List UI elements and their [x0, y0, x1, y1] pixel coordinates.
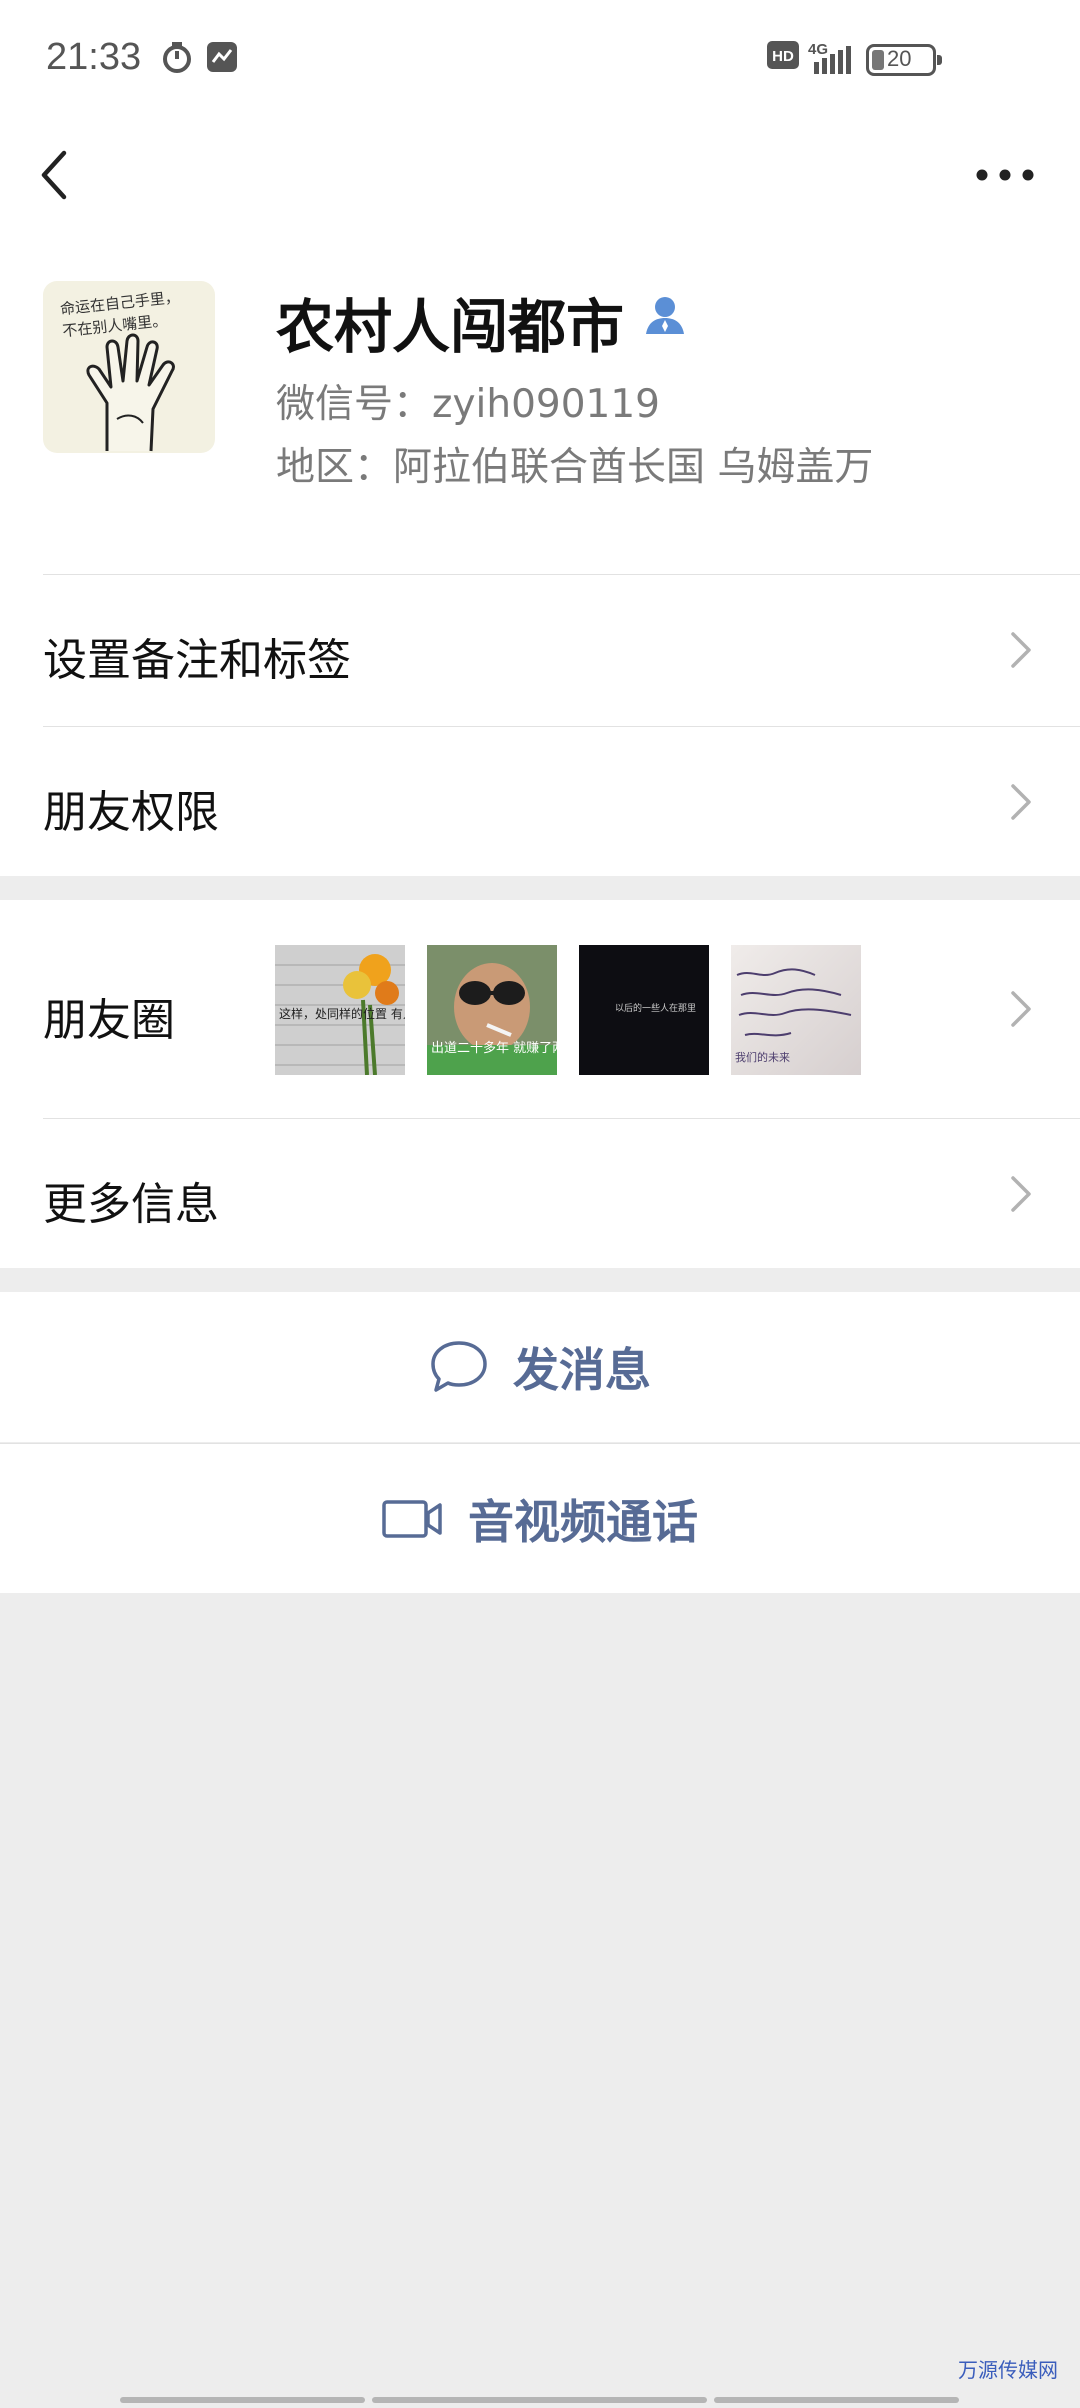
battery-fill	[872, 50, 884, 70]
thumb-caption: 这样，处同样的位置 有人笑，有人说	[279, 1007, 405, 1021]
moments-thumbnail: 以后的一些人在那里	[579, 945, 709, 1075]
svg-text:4G: 4G	[808, 41, 828, 58]
nickname: 农村人闯都市	[276, 293, 625, 361]
video-call-content: 音视频通话	[0, 1444, 1080, 1593]
status-time: 21:33	[46, 36, 142, 78]
app-notification-icon	[207, 42, 237, 72]
chevron-left-icon	[41, 150, 67, 200]
region: 地区：阿拉伯联合酋长国 乌姆盖万	[276, 445, 874, 490]
chevron-right-icon	[1011, 1176, 1031, 1212]
timer-icon	[163, 42, 191, 73]
profile-card: 命运在自己手里， 不在别人嘴里。 农村人闯都市 微信号：zyih090119 地…	[0, 230, 1080, 574]
chevron-right-icon	[1011, 784, 1031, 820]
more-info-row[interactable]: 更多信息	[0, 1118, 1080, 1268]
moments-label: 朋友圈	[43, 995, 175, 1046]
more-info-label: 更多信息	[43, 1179, 219, 1230]
remark-tags-label: 设置备注和标签	[43, 635, 351, 686]
battery-level: 20	[887, 46, 912, 71]
divider	[43, 1118, 1080, 1119]
moments-thumbnail: 出道二十多年 就赚了两个亿	[427, 945, 557, 1075]
video-call-button[interactable]: 音视频通话	[0, 1443, 1080, 1593]
signal-4g-icon: 4G	[808, 41, 851, 74]
video-camera-icon	[382, 1499, 442, 1538]
moments-thumbnail: 这样，处同样的位置 有人笑，有人说	[275, 945, 405, 1075]
home-indicator	[120, 2397, 365, 2403]
thumb-caption: 出道二十多年 就赚了两个亿	[431, 1041, 557, 1056]
send-message-content: 发消息	[0, 1292, 1080, 1442]
divider	[43, 726, 1080, 727]
thumb-caption: 以后的一些人在那里	[615, 1004, 697, 1014]
chevron-right-icon	[1011, 991, 1031, 1027]
friend-permissions-row[interactable]: 朋友权限	[0, 726, 1080, 876]
send-message-label: 发消息	[513, 1343, 651, 1397]
friend-permissions-label: 朋友权限	[43, 787, 219, 838]
more-button[interactable]	[970, 145, 1040, 205]
wechat-id: 微信号：zyih090119	[276, 382, 660, 427]
moments-thumbnail: 我们的未来	[731, 945, 861, 1075]
hand-icon	[86, 333, 175, 452]
chevron-right-icon	[1011, 632, 1031, 668]
home-indicator	[714, 2397, 959, 2403]
person-icon	[646, 297, 684, 334]
thumb-caption: 我们的未来	[735, 1051, 790, 1064]
avatar[interactable]: 命运在自己手里， 不在别人嘴里。	[43, 281, 215, 453]
more-dots-icon	[976, 169, 1034, 181]
chat-bubble-icon	[431, 1341, 487, 1392]
status-bar: 21:33 HD 4G 20	[0, 0, 1080, 120]
divider	[43, 574, 1080, 575]
watermark: 万源传媒网	[958, 2358, 1058, 2382]
moments-row[interactable]: 朋友圈 这样，处同样的位置 有人笑，有人说 出道二十多年 就赚了两个亿	[0, 900, 1080, 1118]
home-indicator	[372, 2397, 707, 2403]
back-button[interactable]	[30, 145, 90, 205]
video-call-label: 音视频通话	[468, 1494, 698, 1549]
remark-tags-row[interactable]: 设置备注和标签	[0, 574, 1080, 726]
svg-text:HD: HD	[772, 48, 794, 65]
battery-indicator: 20	[866, 44, 942, 76]
nav-bar	[0, 120, 1080, 230]
send-message-button[interactable]: 发消息	[0, 1292, 1080, 1442]
hd-icon: HD	[767, 41, 799, 69]
